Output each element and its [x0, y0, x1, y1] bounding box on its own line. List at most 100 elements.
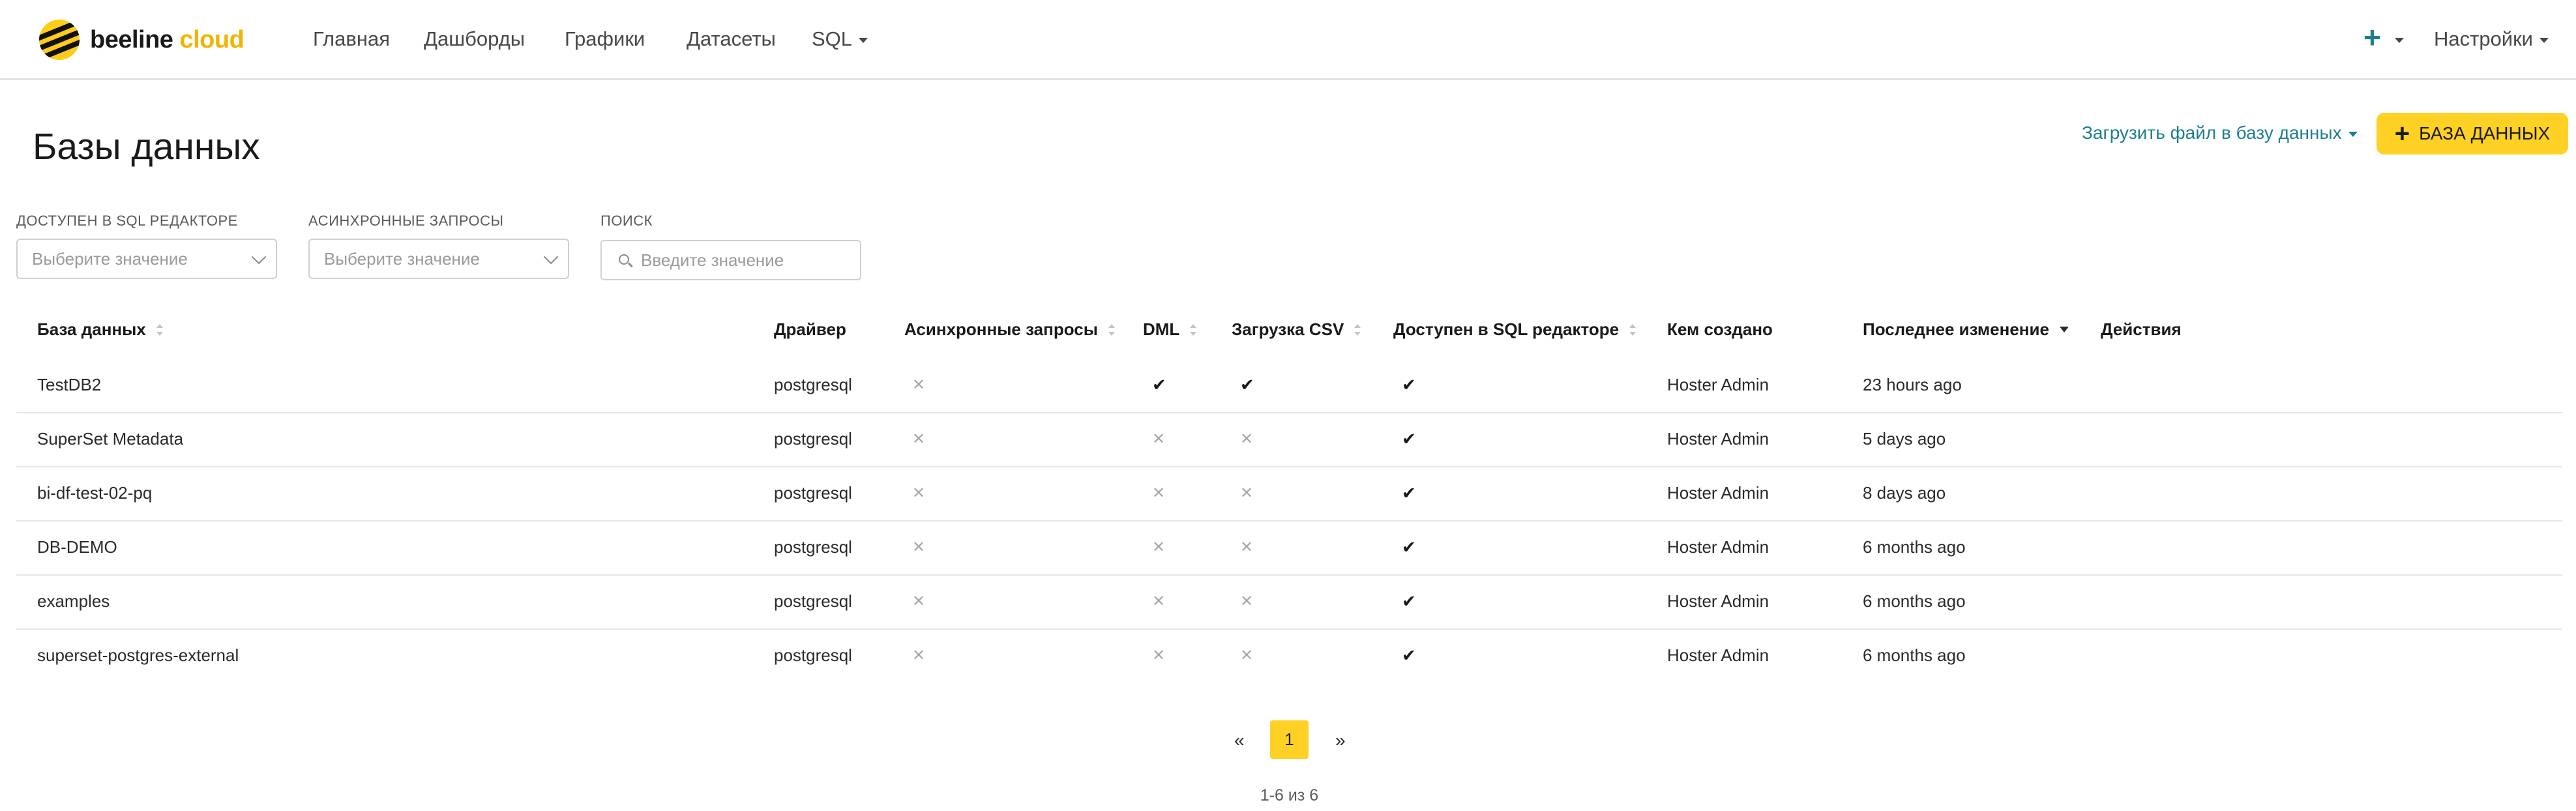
nav-sql-label: SQL [812, 27, 853, 50]
cell-driver: postgresql [774, 483, 852, 503]
nav-item-dashboards[interactable]: Дашборды [424, 27, 525, 51]
column-header-csv[interactable]: Загрузка CSV [1232, 319, 1361, 340]
sort-icon [1629, 323, 1636, 336]
cell-database-name[interactable]: SuperSet Metadata [37, 412, 183, 466]
cell-dml: ✕ [1152, 520, 1165, 574]
nav-item-datasets[interactable]: Датасеты [687, 27, 776, 51]
column-header-label: DML [1143, 319, 1180, 339]
cell-database-name[interactable]: DB-DEMO [37, 520, 117, 574]
cell-async: ✕ [912, 628, 925, 683]
cell-database-name[interactable]: bi-df-test-02-pq [37, 466, 152, 520]
cell-dml: ✔ [1152, 358, 1166, 412]
column-header-actions: Действия [2101, 319, 2182, 340]
pagination-next-button[interactable]: » [1335, 730, 1346, 751]
check-icon: ✔ [1402, 375, 1416, 394]
column-header-database[interactable]: База данных [37, 319, 163, 340]
close-icon: ✕ [912, 376, 926, 394]
filter-select-sql-lab[interactable]: Выберите значение [16, 239, 277, 279]
filter-label-search: ПОИСК [600, 213, 653, 229]
cell-async: ✕ [912, 574, 925, 628]
new-menu-plus-icon[interactable]: + [2363, 22, 2381, 52]
close-icon: ✕ [1152, 647, 1166, 664]
add-database-button[interactable]: + БАЗА ДАННЫХ [2376, 113, 2568, 155]
settings-label: Настройки [2434, 27, 2534, 50]
cell-created-by: Hoster Admin [1667, 537, 1769, 557]
column-header-label: Асинхронные запросы [904, 319, 1098, 339]
pagination-prev-button[interactable]: « [1234, 730, 1245, 751]
cell-csv: ✕ [1240, 520, 1253, 574]
chevron-down-icon [251, 249, 267, 265]
column-header-label: Доступен в SQL редакторе [1393, 319, 1620, 339]
nav-item-charts[interactable]: Графики [565, 27, 645, 51]
pagination-page-current[interactable]: 1 [1270, 720, 1309, 759]
cell-changed: 8 days ago [1863, 483, 1946, 503]
close-icon: ✕ [1240, 430, 1254, 448]
cell-csv: ✕ [1240, 574, 1253, 628]
cell-sql-lab: ✔ [1402, 358, 1416, 412]
nav-item-settings[interactable]: Настройки [2434, 27, 2549, 51]
check-icon: ✔ [1402, 645, 1416, 665]
column-header-changed[interactable]: Последнее изменение [1863, 319, 2069, 340]
column-header-async[interactable]: Асинхронные запросы [904, 319, 1115, 340]
search-placeholder: Введите значение [641, 250, 784, 270]
column-header-label: Действия [2101, 319, 2182, 339]
column-header-dml[interactable]: DML [1143, 319, 1197, 340]
cell-dml: ✕ [1152, 574, 1165, 628]
brand-logo[interactable]: beeline cloud [39, 20, 244, 60]
cell-driver: postgresql [774, 591, 852, 611]
close-icon: ✕ [1240, 538, 1254, 556]
check-icon: ✔ [1402, 591, 1416, 611]
upload-file-link[interactable]: Загрузить файл в базу данных [2082, 123, 2358, 143]
cell-csv: ✔ [1240, 358, 1254, 412]
cell-csv: ✕ [1240, 628, 1253, 683]
search-input[interactable]: Введите значение [600, 240, 861, 280]
close-icon: ✕ [1240, 647, 1254, 664]
top-navbar: beeline cloud Главная Дашборды Графики Да… [0, 0, 2576, 80]
column-header-label: Последнее изменение [1863, 319, 2049, 339]
cell-sql-lab: ✔ [1402, 412, 1416, 466]
cell-csv: ✕ [1240, 466, 1253, 520]
chevron-down-icon [543, 249, 559, 265]
close-icon: ✕ [912, 538, 926, 556]
check-icon: ✔ [1240, 375, 1254, 394]
column-header-label: Загрузка CSV [1232, 319, 1344, 339]
close-icon: ✕ [1152, 484, 1166, 502]
column-header-label: Кем создано [1667, 319, 1773, 339]
filter-select-async[interactable]: Выберите значение [308, 239, 569, 279]
check-icon: ✔ [1402, 483, 1416, 503]
nav-item-sql[interactable]: SQL [812, 27, 868, 51]
cell-csv: ✕ [1240, 412, 1253, 466]
cell-database-name[interactable]: TestDB2 [37, 358, 101, 412]
cell-async: ✕ [912, 520, 925, 574]
filter-label-sql-lab: ДОСТУПЕН В SQL РЕДАКТОРЕ [16, 213, 238, 229]
close-icon: ✕ [912, 484, 926, 502]
new-menu-chevron-down-icon[interactable] [2395, 38, 2404, 43]
close-icon: ✕ [1152, 430, 1166, 448]
column-header-label: База данных [37, 319, 146, 339]
plus-icon: + [2394, 119, 2410, 148]
close-icon: ✕ [912, 593, 926, 610]
cell-created-by: Hoster Admin [1667, 645, 1769, 665]
nav-item-home[interactable]: Главная [313, 27, 390, 51]
close-icon: ✕ [1240, 484, 1254, 502]
cell-sql-lab: ✔ [1402, 466, 1416, 520]
cell-created-by: Hoster Admin [1667, 429, 1769, 449]
table-row: SuperSet Metadata postgresql ✕ ✕ ✕ ✔ Hoster Ad… [16, 412, 2562, 467]
page-title: Базы данных [33, 126, 260, 168]
beeline-logo-icon [39, 20, 80, 60]
cell-changed: 6 months ago [1863, 537, 1966, 557]
cell-sql-lab: ✔ [1402, 574, 1416, 628]
column-header-created-by: Кем создано [1667, 319, 1773, 340]
cell-driver: postgresql [774, 645, 852, 665]
sort-icon [156, 323, 163, 336]
select-placeholder: Выберите значение [324, 248, 480, 269]
column-header-sql-lab[interactable]: Доступен в SQL редакторе [1393, 319, 1636, 340]
chevron-down-icon [2539, 37, 2549, 43]
cell-sql-lab: ✔ [1402, 520, 1416, 574]
sort-icon [1190, 323, 1197, 336]
close-icon: ✕ [912, 430, 926, 448]
cell-database-name[interactable]: superset-postgres-external [37, 628, 239, 683]
filter-label-async: АСИНХРОННЫЕ ЗАПРОСЫ [308, 213, 504, 229]
cell-created-by: Hoster Admin [1667, 591, 1769, 611]
cell-database-name[interactable]: examples [37, 574, 110, 628]
